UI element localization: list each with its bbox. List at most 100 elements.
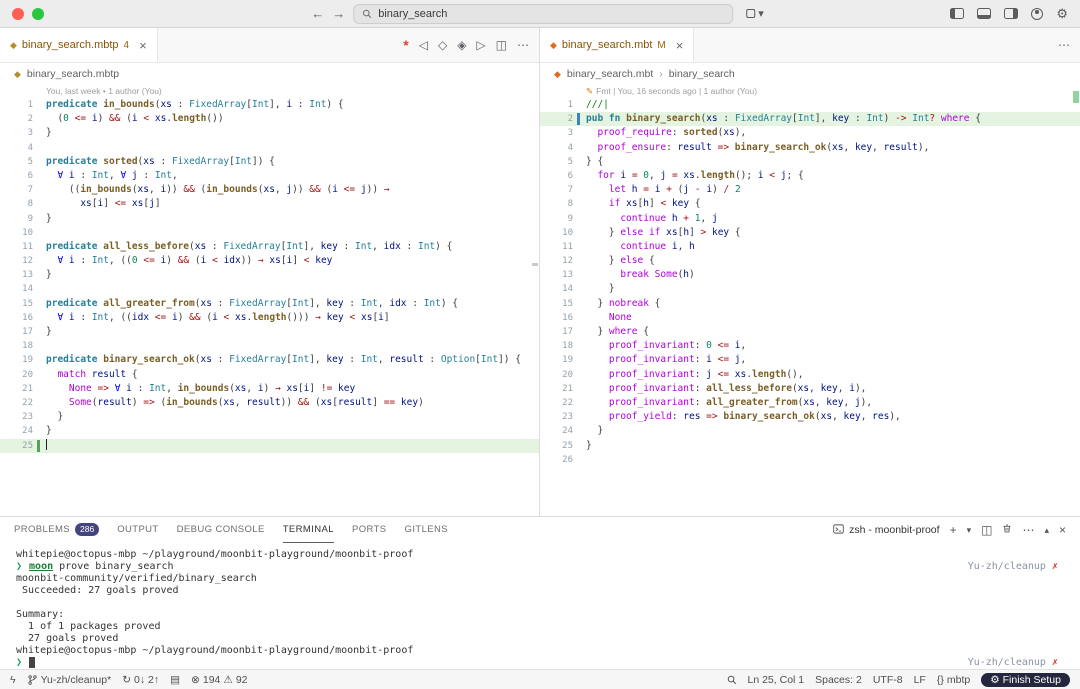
code-line-20[interactable]: 20 proof_invariant: j <= xs.length(), <box>540 368 1080 382</box>
terminal-select[interactable]: zsh - moonbit-proof <box>833 524 939 537</box>
code-line-7[interactable]: 7 let h = i + (j - i) / 2 <box>540 183 1080 197</box>
code-line-24[interactable]: 24} <box>0 424 539 438</box>
breadcrumb-item-symbol[interactable]: binary_search <box>669 68 735 80</box>
code-line-10[interactable]: 10 <box>0 226 539 240</box>
statusbar-problems[interactable]: ⊗194⚠92 <box>191 674 247 686</box>
code-line-4[interactable]: 4 proof_ensure: result => binary_search_… <box>540 141 1080 155</box>
code-line-24[interactable]: 24 } <box>540 424 1080 438</box>
code-line-25[interactable]: 25 <box>0 439 539 453</box>
more-actions-icon[interactable]: ⋯ <box>517 38 529 52</box>
toggle-primary-sidebar-icon[interactable] <box>950 8 964 19</box>
trash-icon[interactable] <box>1002 523 1012 537</box>
split-terminal-icon[interactable]: ◫ <box>981 523 992 537</box>
statusbar-finish-setup[interactable]: ⚙Finish Setup <box>981 673 1070 687</box>
more-actions-icon[interactable]: ⋯ <box>1058 38 1070 52</box>
code-line-14[interactable]: 14 } <box>540 282 1080 296</box>
code-line-21[interactable]: 21 proof_invariant: all_less_before(xs, … <box>540 382 1080 396</box>
breadcrumb-item-file[interactable]: binary_search.mbtp <box>27 68 119 80</box>
code-line-21[interactable]: 21 None => ∀ i : Int, in_bounds(xs, i) →… <box>0 382 539 396</box>
code-line-14[interactable]: 14 <box>0 282 539 296</box>
code-line-6[interactable]: 6 for i = 0, j = xs.length(); i < j; { <box>540 169 1080 183</box>
code-line-11[interactable]: 11predicate all_less_before(xs : FixedAr… <box>0 240 539 254</box>
close-tab-icon[interactable]: × <box>139 38 147 53</box>
statusbar-editor-layout[interactable]: ▤ <box>170 674 180 686</box>
close-tab-icon[interactable]: × <box>676 38 684 53</box>
code-line-19[interactable]: 19 proof_invariant: i <= j, <box>540 353 1080 367</box>
code-line-18[interactable]: 18 proof_invariant: 0 <= i, <box>540 339 1080 353</box>
new-terminal-button[interactable]: + <box>950 523 957 537</box>
toggle-secondary-sidebar-icon[interactable] <box>1004 8 1018 19</box>
code-line-22[interactable]: 22 proof_invariant: all_greater_from(xs,… <box>540 396 1080 410</box>
terminal-output[interactable]: whitepie@octopus-mbp ~/playground/moonbi… <box>0 543 1080 669</box>
close-panel-icon[interactable]: × <box>1059 523 1066 537</box>
tab-binary_search-mbt[interactable]: ◆ binary_search.mbt M × <box>540 28 694 62</box>
code-line-16[interactable]: 16 None <box>540 311 1080 325</box>
statusbar-encoding[interactable]: UTF-8 <box>873 674 903 686</box>
code-line-20[interactable]: 20 match result { <box>0 368 539 382</box>
panel-tab-gitlens[interactable]: GITLENS <box>405 517 448 543</box>
code-line-17[interactable]: 17} <box>0 325 539 339</box>
code-line-9[interactable]: 9 continue h + 1, j <box>540 212 1080 226</box>
codelens-blame[interactable]: ✎Fmt | You, 16 seconds ago | 1 author (Y… <box>540 85 1080 98</box>
code-line-23[interactable]: 23 proof_yield: res => binary_search_ok(… <box>540 410 1080 424</box>
code-line-26[interactable]: 26 <box>540 453 1080 467</box>
prove-icon[interactable]: * <box>403 37 408 53</box>
code-line-4[interactable]: 4 <box>0 141 539 155</box>
back-icon[interactable]: ← <box>311 6 324 21</box>
diamond-icon[interactable]: ◇ <box>438 38 447 52</box>
overview-ruler[interactable] <box>530 85 538 516</box>
code-line-5[interactable]: 5} { <box>540 155 1080 169</box>
code-line-13[interactable]: 13 break Some(h) <box>540 268 1080 282</box>
code-line-13[interactable]: 13} <box>0 268 539 282</box>
code-line-19[interactable]: 19predicate binary_search_ok(xs : FixedA… <box>0 353 539 367</box>
split-editor-icon[interactable]: ◫ <box>496 38 507 52</box>
copilot-button[interactable]: ▾ <box>741 4 769 23</box>
close-window-button[interactable] <box>12 8 24 20</box>
code-line-9[interactable]: 9} <box>0 212 539 226</box>
code-line-22[interactable]: 22 Some(result) => (in_bounds(xs, result… <box>0 396 539 410</box>
code-line-1[interactable]: 1predicate in_bounds(xs : FixedArray[Int… <box>0 98 539 112</box>
code-line-10[interactable]: 10 } else if xs[h] > key { <box>540 226 1080 240</box>
left-code-editor[interactable]: You, last week • 1 author (You)1predicat… <box>0 85 539 516</box>
code-line-15[interactable]: 15 } nobreak { <box>540 297 1080 311</box>
settings-gear-icon[interactable]: ⚙ <box>1056 6 1068 22</box>
code-line-17[interactable]: 17 } where { <box>540 325 1080 339</box>
code-line-2[interactable]: 2pub fn binary_search(xs : FixedArray[In… <box>540 112 1080 126</box>
code-line-3[interactable]: 3} <box>0 126 539 140</box>
statusbar-indentation[interactable]: Spaces: 2 <box>815 674 862 686</box>
panel-tab-debug-console[interactable]: DEBUG CONSOLE <box>177 517 265 543</box>
right-code-editor[interactable]: ✎Fmt | You, 16 seconds ago | 1 author (Y… <box>540 85 1080 516</box>
code-line-2[interactable]: 2 (0 <= i) && (i < xs.length()) <box>0 112 539 126</box>
statusbar-language-mode[interactable]: {}mbtp <box>937 674 970 686</box>
code-line-23[interactable]: 23 } <box>0 410 539 424</box>
terminal-dropdown-icon[interactable]: ▾ <box>967 525 972 536</box>
panel-tab-ports[interactable]: PORTS <box>352 517 387 543</box>
code-line-25[interactable]: 25} <box>540 439 1080 453</box>
maximize-panel-icon[interactable]: ▴ <box>1044 525 1049 536</box>
code-line-15[interactable]: 15predicate all_greater_from(xs : FixedA… <box>0 297 539 311</box>
statusbar-zoom[interactable] <box>727 675 737 685</box>
code-line-6[interactable]: 6 ∀ i : Int, ∀ j : Int, <box>0 169 539 183</box>
diamond-filled-icon[interactable]: ◈ <box>457 38 466 52</box>
code-line-5[interactable]: 5predicate sorted(xs : FixedArray[Int]) … <box>0 155 539 169</box>
code-line-3[interactable]: 3 proof_require: sorted(xs), <box>540 126 1080 140</box>
panel-tab-problems[interactable]: PROBLEMS286 <box>14 517 99 543</box>
zoom-window-button[interactable] <box>32 8 44 20</box>
more-actions-icon[interactable]: ⋯ <box>1022 523 1034 537</box>
code-line-8[interactable]: 8 if xs[h] < key { <box>540 197 1080 211</box>
statusbar-git-sync[interactable]: ↻0↓ 2↑ <box>122 674 159 686</box>
prev-check-icon[interactable]: ◁ <box>419 38 428 52</box>
code-line-18[interactable]: 18 <box>0 339 539 353</box>
blame-annotation[interactable]: You, last week • 1 author (You) <box>0 85 539 98</box>
code-line-12[interactable]: 12 } else { <box>540 254 1080 268</box>
tab-binary_search-mbtp[interactable]: ◆ binary_search.mbtp 4 × <box>0 28 158 62</box>
statusbar-eol[interactable]: LF <box>914 674 926 686</box>
statusbar-cursor-position[interactable]: Ln 25, Col 1 <box>748 674 805 686</box>
statusbar-remote[interactable]: ϟ <box>10 674 16 686</box>
code-line-8[interactable]: 8 xs[i] <= xs[j] <box>0 197 539 211</box>
overview-ruler[interactable] <box>1071 85 1079 516</box>
command-center-search[interactable]: binary_search <box>353 4 733 24</box>
panel-tab-terminal[interactable]: TERMINAL <box>283 517 334 543</box>
code-line-12[interactable]: 12 ∀ i : Int, ((0 <= i) && (i < idx)) → … <box>0 254 539 268</box>
run-icon[interactable]: ▷ <box>476 38 485 52</box>
